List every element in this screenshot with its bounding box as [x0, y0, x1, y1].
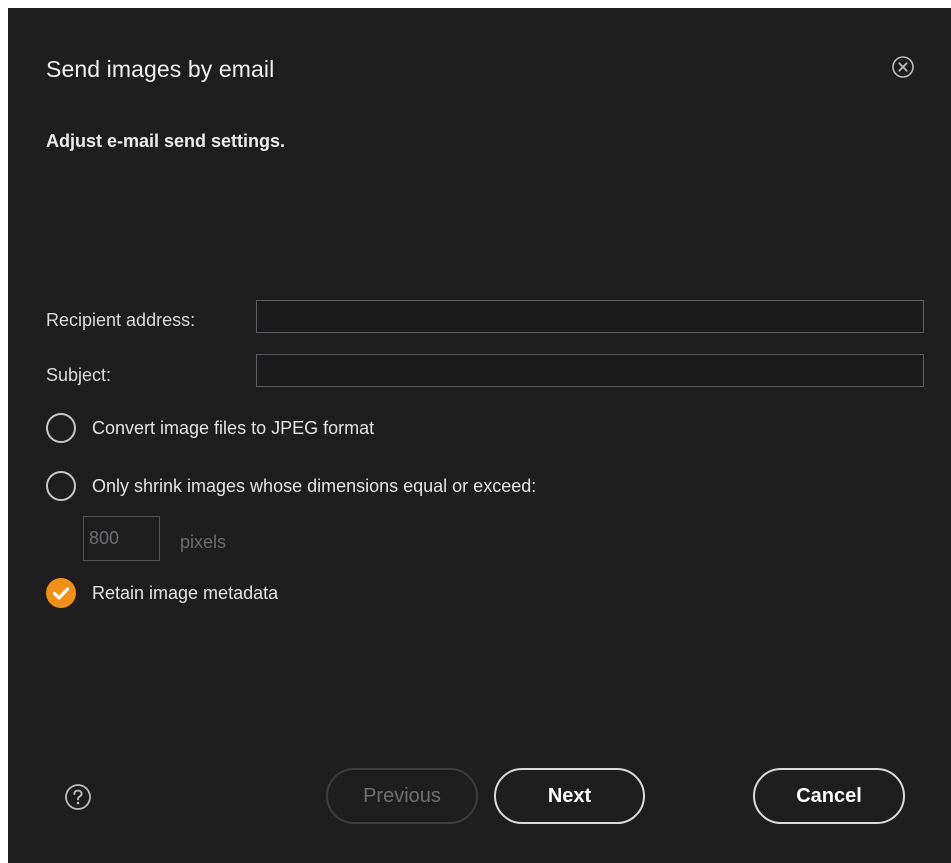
close-icon[interactable] [891, 55, 915, 79]
shrink-images-option[interactable]: Only shrink images whose dimensions equa… [46, 471, 536, 501]
shrink-images-checkbox[interactable] [46, 471, 76, 501]
recipient-address-label: Recipient address: [46, 310, 196, 330]
convert-jpeg-option[interactable]: Convert image files to JPEG format [46, 413, 374, 443]
checkmark-icon [52, 587, 70, 600]
pixels-unit-label: pixels [180, 532, 227, 552]
recipient-address-input[interactable] [256, 300, 924, 333]
convert-jpeg-checkbox[interactable] [46, 413, 76, 443]
shrink-dimension-input[interactable] [83, 516, 160, 561]
next-button[interactable]: Next [494, 768, 645, 824]
cancel-button[interactable]: Cancel [753, 768, 905, 824]
send-email-dialog: Send images by email Adjust e-mail send … [8, 8, 951, 863]
dialog-subtitle: Adjust e-mail send settings. [46, 131, 286, 151]
convert-jpeg-label: Convert image files to JPEG format [92, 417, 375, 438]
help-icon[interactable] [64, 783, 92, 811]
retain-metadata-checkbox[interactable] [46, 578, 76, 608]
dialog-title: Send images by email [46, 56, 275, 82]
retain-metadata-label: Retain image metadata [92, 582, 279, 603]
previous-button[interactable]: Previous [326, 768, 478, 824]
retain-metadata-option[interactable]: Retain image metadata [46, 578, 278, 608]
subject-input[interactable] [256, 354, 924, 387]
subject-label: Subject: [46, 365, 112, 385]
shrink-images-label: Only shrink images whose dimensions equa… [92, 475, 537, 496]
